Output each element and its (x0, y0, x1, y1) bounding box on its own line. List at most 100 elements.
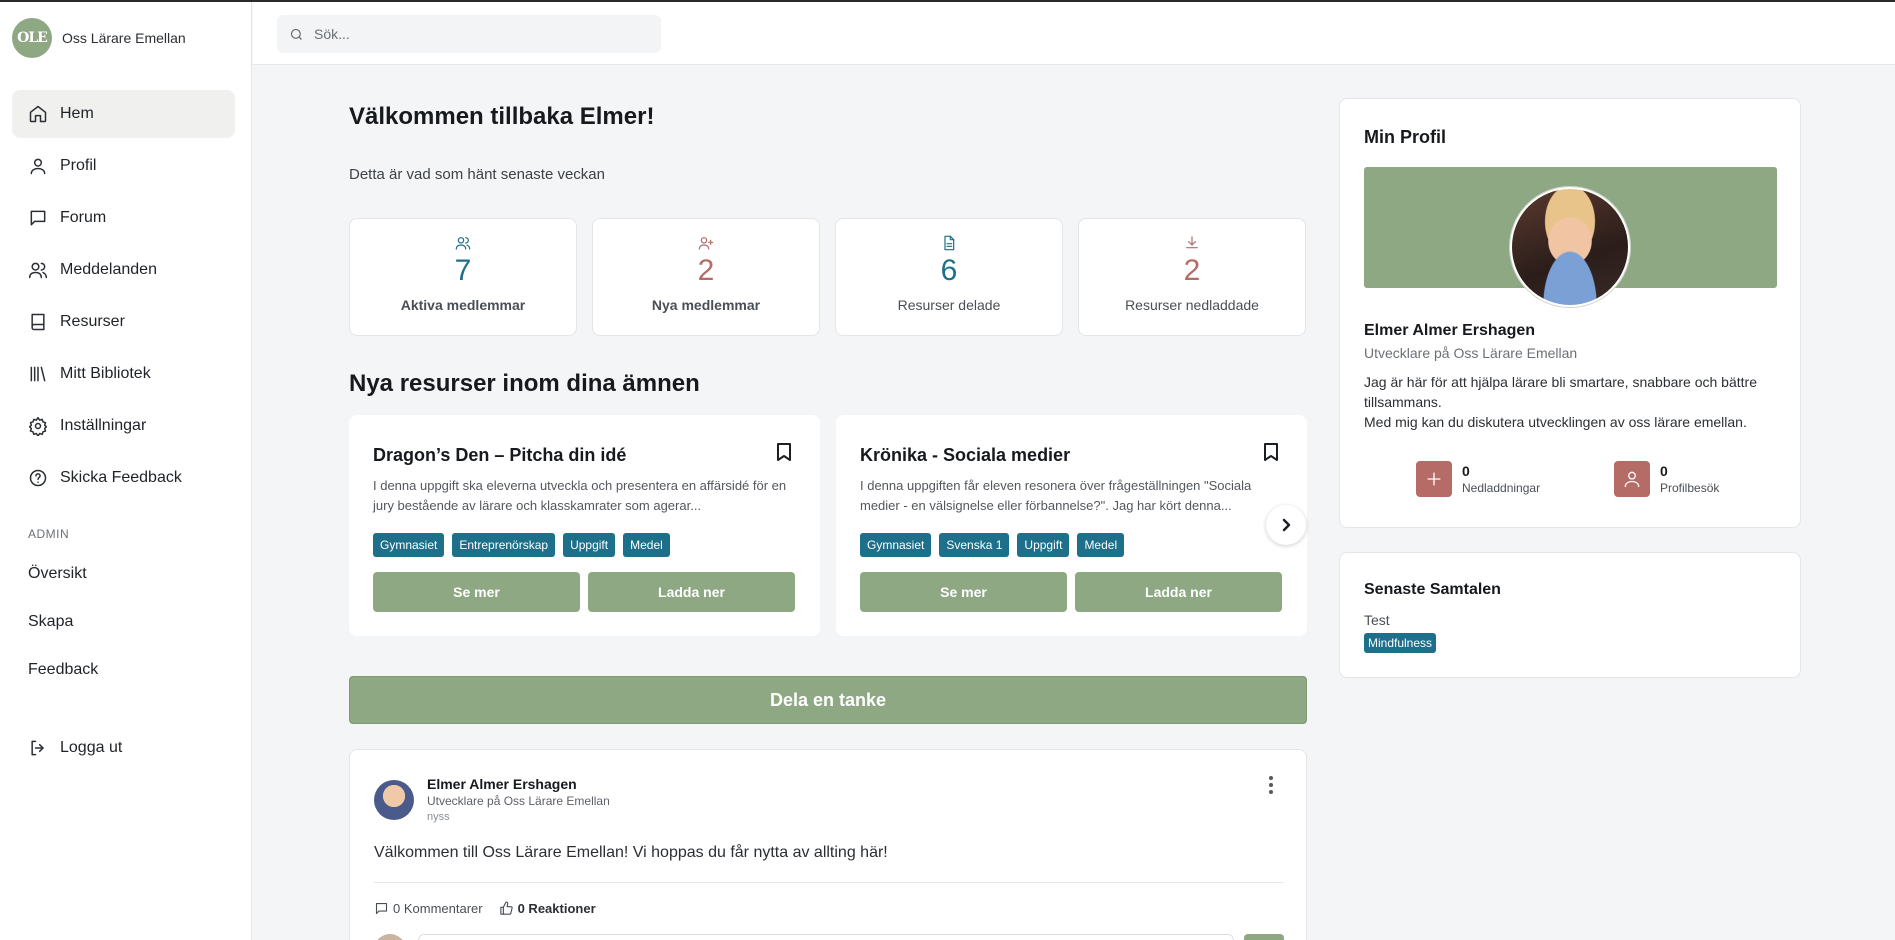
more-options-icon[interactable] (1268, 776, 1274, 796)
admin-item-feedback[interactable]: Feedback (28, 661, 98, 679)
download-button[interactable]: Ladda ner (588, 572, 795, 612)
sidebar-item-installningar[interactable]: Inställningar (12, 402, 235, 450)
sidebar-item-label: Resurser (60, 313, 125, 330)
tag: Gymnasiet (860, 533, 932, 557)
brand[interactable]: OLE Oss Lärare Emellan (12, 18, 186, 58)
tag: Entreprenörskap (452, 533, 556, 557)
profile-card: Min Profil Elmer Almer Ershagen Utveckla… (1339, 98, 1801, 528)
resource-title[interactable]: Krönika - Sociala medier (860, 445, 1070, 466)
stat-value: 2 (697, 254, 715, 287)
sidebar-item-profil[interactable]: Profil (12, 142, 235, 190)
thumbs-up-icon (499, 901, 513, 915)
page-title: Välkommen tillbaka Elmer! (349, 103, 655, 130)
resource-description: I denna uppgift ska eleverna utveckla oc… (373, 478, 787, 513)
resource-description: I denna uppgiften får eleven resonera öv… (860, 478, 1252, 513)
sidebar-item-meddelanden[interactable]: Meddelanden (12, 246, 235, 294)
carousel-next-button[interactable] (1266, 505, 1306, 545)
stat-label: Aktiva medlemmar (400, 297, 526, 313)
chat-icon (28, 208, 48, 228)
recent-conversations-card: Senaste Samtalen Test Mindfulness (1339, 552, 1801, 678)
document-icon (836, 235, 1062, 251)
post-author[interactable]: Elmer Almer Ershagen (427, 776, 577, 792)
sidebar-nav: Hem Profil Forum Meddelanden Resurser Mi… (12, 90, 235, 506)
stat-value: 6 (940, 254, 958, 287)
avatar[interactable] (374, 780, 414, 820)
admin-item-skapa[interactable]: Skapa (28, 613, 73, 631)
avatar (374, 934, 406, 940)
sidebar-item-label: Inställningar (60, 417, 147, 434)
sidebar-item-forum[interactable]: Forum (12, 194, 235, 242)
bookmark-icon[interactable] (776, 443, 792, 461)
stat-value: 2 (1183, 254, 1201, 287)
admin-section-title: ADMIN (28, 527, 70, 541)
book-icon (28, 312, 48, 332)
top-bar (253, 0, 1895, 65)
profile-name: Elmer Almer Ershagen (1364, 322, 1536, 339)
send-comment-button[interactable] (1244, 934, 1284, 940)
users-icon (28, 260, 48, 280)
stat-label: Nya medlemmar (651, 297, 761, 313)
resources-section-title: Nya resurser inom dina ämnen (349, 370, 700, 397)
profile-bio-line: Med mig kan du diskutera utvecklingen av… (1364, 414, 1747, 430)
profile-bio: Jag är här för att hjälpa lärare bli sma… (1364, 372, 1784, 432)
post-author-role: Utvecklare på Oss Lärare Emellan (427, 794, 610, 808)
resource-card: Dragon’s Den – Pitcha din idé I denna up… (349, 415, 820, 636)
resource-tags: Gymnasiet Svenska 1 Uppgift Medel (860, 533, 1125, 557)
tag: Medel (1077, 533, 1125, 557)
share-thought-button[interactable]: Dela en tanke (349, 676, 1307, 724)
library-icon (28, 364, 48, 384)
comment-input[interactable] (418, 934, 1234, 940)
search-input[interactable] (314, 26, 634, 42)
tag: Uppgift (1017, 533, 1070, 557)
logout-label: Logga ut (60, 739, 123, 756)
sidebar-item-label: Mitt Bibliotek (60, 365, 151, 382)
window-top-border (0, 0, 1895, 2)
tag: Gymnasiet (373, 533, 445, 557)
profile-bio-line: Jag är här för att hjälpa lärare bli sma… (1364, 374, 1757, 410)
stat-card-new-members: 2 Nya medlemmar (592, 218, 820, 336)
stat-card-active-members: 7 Aktiva medlemmar (349, 218, 577, 336)
sidebar-item-resurser[interactable]: Resurser (12, 298, 235, 346)
sidebar: OLE Oss Lärare Emellan Hem Profil Forum … (0, 0, 252, 940)
logo: OLE (12, 18, 52, 58)
comments-button[interactable]: 0 Kommentarer (374, 901, 483, 916)
user-icon (28, 156, 48, 176)
profile-stat-value: 0 (1462, 463, 1470, 479)
logout-button[interactable]: Logga ut (28, 738, 122, 758)
profile-avatar[interactable] (1510, 187, 1630, 307)
download-button[interactable]: Ladda ner (1075, 572, 1282, 612)
resource-title[interactable]: Dragon’s Den – Pitcha din idé (373, 445, 626, 466)
admin-item-oversikt[interactable]: Översikt (28, 565, 87, 583)
sidebar-item-mitt-bibliotek[interactable]: Mitt Bibliotek (12, 350, 235, 398)
users-icon (350, 235, 576, 251)
profile-stat-downloads: 0 Nedladdningar (1416, 461, 1540, 497)
comments-count: 0 Kommentarer (393, 901, 483, 916)
resource-tags: Gymnasiet Entreprenörskap Uppgift Medel (373, 533, 670, 557)
conversation-item[interactable]: Test (1364, 612, 1390, 628)
bookmark-icon[interactable] (1263, 443, 1279, 461)
sidebar-item-label: Skicka Feedback (60, 469, 182, 486)
sidebar-item-label: Meddelanden (60, 261, 157, 278)
sidebar-item-hem[interactable]: Hem (12, 90, 235, 138)
sidebar-item-label: Hem (60, 105, 94, 122)
profile-stat-visits: 0 Profilbesök (1614, 461, 1719, 497)
feed-post: Elmer Almer Ershagen Utvecklare på Oss L… (349, 749, 1307, 940)
profile-role: Utvecklare på Oss Lärare Emellan (1364, 345, 1578, 361)
see-more-button[interactable]: Se mer (373, 572, 580, 612)
post-text: Välkommen till Oss Lärare Emellan! Vi ho… (374, 844, 888, 861)
page-subtitle: Detta är vad som hänt senaste veckan (349, 166, 605, 183)
search-box[interactable] (277, 15, 661, 53)
profile-stat-label: Profilbesök (1660, 481, 1720, 495)
tag: Uppgift (563, 533, 616, 557)
plus-icon (1416, 461, 1452, 497)
home-icon (28, 104, 48, 124)
recent-conversations-title: Senaste Samtalen (1364, 581, 1501, 598)
resource-card: Krönika - Sociala medier I denna uppgift… (836, 415, 1307, 636)
see-more-button[interactable]: Se mer (860, 572, 1067, 612)
profile-stat-label: Nedladdningar (1462, 481, 1541, 495)
sidebar-item-skicka-feedback[interactable]: Skicka Feedback (12, 454, 235, 502)
profile-stat-value: 0 (1660, 463, 1668, 479)
tag: Medel (623, 533, 670, 557)
tag: Mindfulness (1364, 633, 1437, 653)
reactions-button[interactable]: 0 Reaktioner (499, 901, 596, 916)
